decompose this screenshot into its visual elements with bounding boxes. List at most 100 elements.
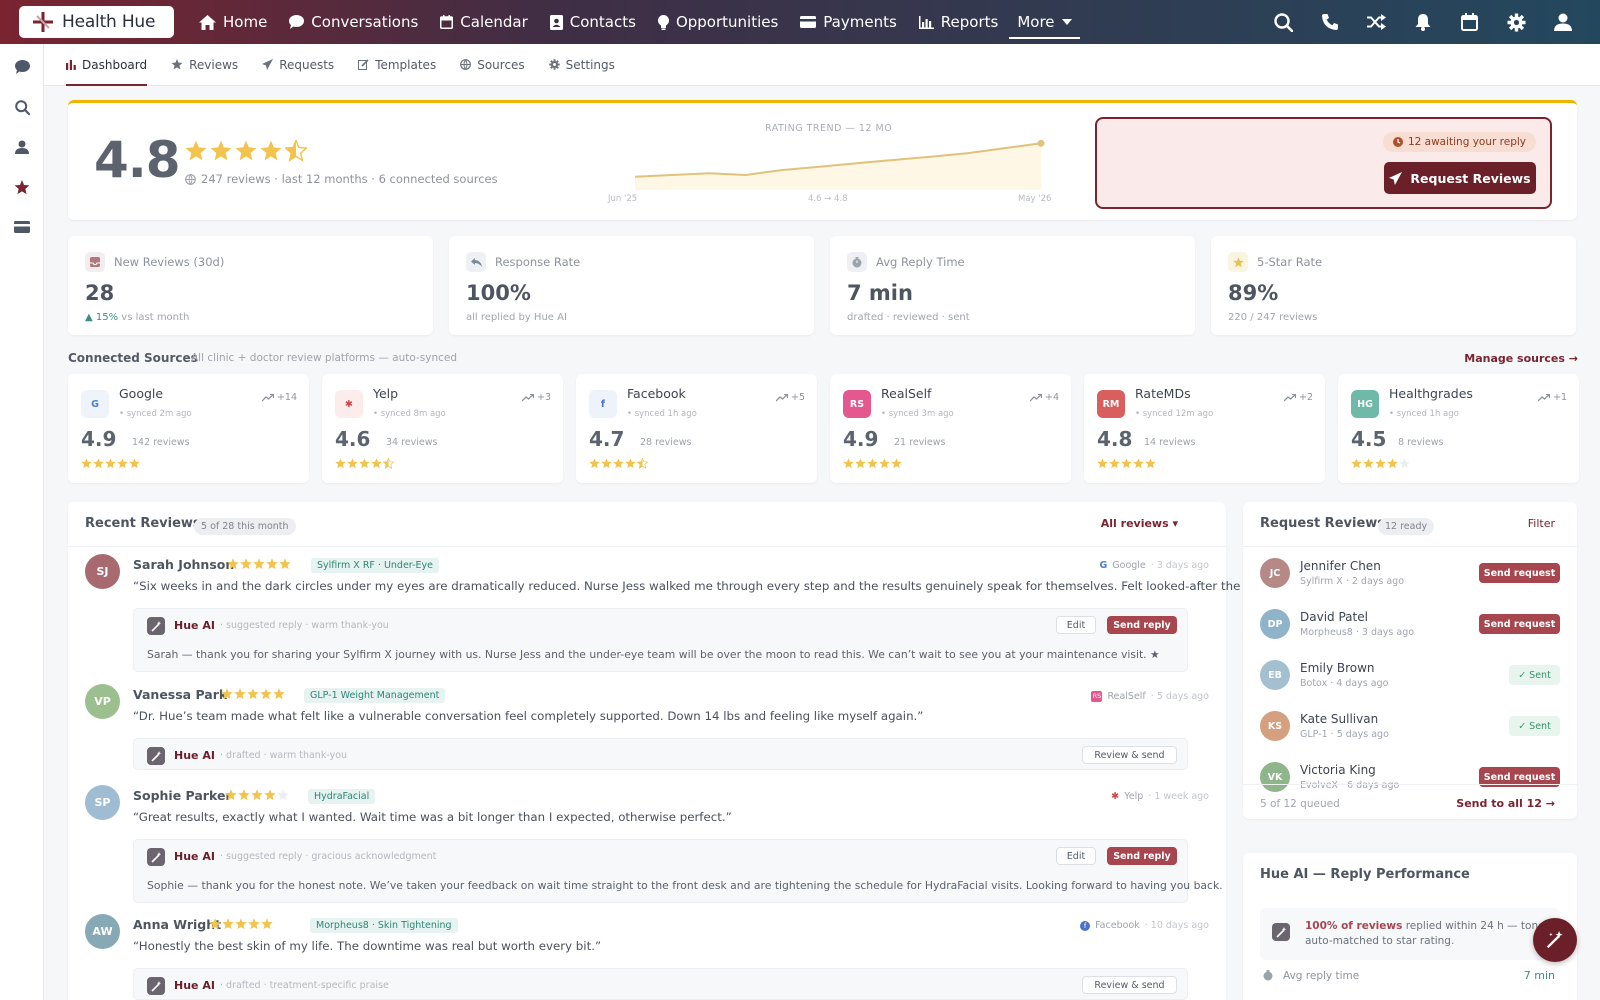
tab-requests[interactable]: Requests <box>262 44 334 86</box>
star-icon <box>1387 458 1398 469</box>
nav-payments-label: Payments <box>823 13 897 31</box>
tab-dashboard[interactable]: Dashboard <box>66 44 148 86</box>
profile-button[interactable] <box>1540 0 1587 44</box>
tab-dashboard-label: Dashboard <box>82 57 148 72</box>
reviewer-name: Sarah Johnson <box>133 557 235 572</box>
source-rating: 4.9 <box>81 427 117 451</box>
nav-conversations[interactable]: Conversations <box>278 0 429 44</box>
tab-reviews[interactable]: Reviews <box>171 44 238 86</box>
send-request-button[interactable]: Send request <box>1479 563 1560 583</box>
review-source: G Google · 3 days ago <box>1099 560 1209 571</box>
star-icon <box>1133 458 1144 469</box>
review-text: “Great results, exactly what I wanted. W… <box>133 810 732 824</box>
send-reply-button[interactable]: Send reply <box>1107 847 1177 865</box>
source-rating: 4.8 <box>1097 427 1133 451</box>
trend-start-label: Jun '25 <box>608 194 638 204</box>
review-text: “Honestly the best skin of my life. The … <box>133 939 602 953</box>
card-icon <box>800 16 817 28</box>
filter-link[interactable]: Filter <box>1528 517 1555 530</box>
settings-button[interactable] <box>1493 0 1540 44</box>
request-reviews-label: Request Reviews <box>1410 170 1531 186</box>
source-count: 14 reviews <box>1144 437 1196 448</box>
source-card-realself[interactable]: RS RealSelf • synced 3m ago +4 4.9 21 reviews <box>830 374 1071 483</box>
star-icon <box>14 179 30 194</box>
bulb-icon <box>657 14 669 30</box>
send-request-button[interactable]: Send request <box>1479 614 1560 634</box>
kpi-sub-text: vs last month <box>121 312 190 323</box>
nav-payments[interactable]: Payments <box>789 0 907 44</box>
manage-sources-link[interactable]: Manage sources → <box>1464 352 1578 365</box>
avatar: SJ <box>85 554 120 589</box>
sidebar-chat[interactable] <box>11 56 33 78</box>
tab-settings[interactable]: Settings <box>548 44 615 86</box>
kpi-new-reviews: New Reviews (30d) 28 ▲ 15% vs last month <box>68 236 433 335</box>
contact-name: Kate Sullivan <box>1300 712 1379 726</box>
source-card-google[interactable]: G Google • synced 2m ago +14 4.9 142 reviews <box>68 374 309 483</box>
source-card-ratemds[interactable]: RM RateMDs • synced 12m ago +2 4.8 14 reviews <box>1084 374 1325 483</box>
review-and-send-button[interactable]: Review & send <box>1082 976 1177 994</box>
hue-ai-fab[interactable] <box>1533 918 1577 962</box>
all-reviews-dropdown[interactable]: All reviews ▾ <box>1101 517 1178 530</box>
avatar: EB <box>1260 660 1290 690</box>
nav-contacts[interactable]: Contacts <box>539 0 647 44</box>
source-card-healthgrades[interactable]: HG Healthgrades • synced 1h ago +1 4.5 8 revi… <box>1338 374 1579 483</box>
nav-reports[interactable]: Reports <box>908 0 1010 44</box>
avatar: VK <box>1260 762 1290 792</box>
source-card-facebook[interactable]: f Facebook • synced 1h ago +5 4.7 28 reviews <box>576 374 817 483</box>
reputation-subnav: Dashboard Reviews Requests Templates Sou… <box>44 44 1600 86</box>
calendar-button[interactable] <box>1447 0 1494 44</box>
nav-calendar[interactable]: Calendar <box>429 0 538 44</box>
kpi-label: New Reviews (30d) <box>114 255 225 269</box>
send-icon <box>262 59 274 70</box>
review-and-send-button[interactable]: Review & send <box>1082 746 1177 764</box>
recent-count-badge: 5 of 28 this month <box>194 518 296 535</box>
phone-button[interactable] <box>1307 0 1354 44</box>
stopwatch-icon <box>847 252 867 272</box>
search-icon <box>1274 12 1294 32</box>
source-card-yelp[interactable]: ✱ Yelp • synced 8m ago +3 4.6 34 reviews <box>322 374 563 483</box>
top-actions <box>1261 0 1587 44</box>
shuffle-button[interactable] <box>1354 0 1401 44</box>
nav-more[interactable]: More <box>1009 7 1080 39</box>
source-logo-icon: RS <box>843 390 871 418</box>
source-logo-icon: ✱ <box>1111 791 1120 802</box>
send-to-all-link[interactable]: Send to all 12 → <box>1456 797 1555 810</box>
left-sidebar <box>0 44 44 1000</box>
sidebar-reviews[interactable] <box>11 176 33 198</box>
nav-home[interactable]: Home <box>188 0 278 44</box>
sidebar-search[interactable] <box>11 96 33 118</box>
treatment-tag: GLP-1 Weight Management <box>304 688 446 703</box>
ai-reply-text: Sarah — thank you for sharing your Sylfi… <box>147 648 1160 661</box>
edit-icon <box>358 59 369 70</box>
ai-name: Hue AI <box>174 850 215 863</box>
star-icon <box>891 458 902 469</box>
tab-sources[interactable]: Sources <box>460 44 525 86</box>
sidebar-user[interactable] <box>11 136 33 158</box>
inbox-icon <box>85 252 105 272</box>
search-button[interactable] <box>1261 0 1308 44</box>
source-stars <box>81 458 140 469</box>
star-icon <box>185 140 207 161</box>
send-reply-button[interactable]: Send reply <box>1107 616 1177 634</box>
sidebar-payments[interactable] <box>11 216 33 238</box>
calendar-icon <box>1461 13 1479 31</box>
kpi-avg-reply-time: Avg Reply Time 7 min drafted · reviewed … <box>830 236 1195 335</box>
app-logo[interactable]: Health Hue <box>19 6 174 38</box>
star-icon <box>222 918 234 930</box>
star-icon <box>221 688 233 700</box>
source-logo-icon: RM <box>1097 390 1125 418</box>
tab-templates[interactable]: Templates <box>358 44 436 86</box>
trend-title: RATING TREND — 12 MO <box>765 123 893 134</box>
star-icon <box>129 458 140 469</box>
treatment-tag: Sylfirm X RF · Under-Eye <box>311 558 439 573</box>
notifications-button[interactable] <box>1400 0 1447 44</box>
star-icon <box>1121 458 1132 469</box>
edit-button[interactable]: Edit <box>1056 616 1096 634</box>
ai-name: Hue AI <box>174 749 215 762</box>
request-reviews-button[interactable]: Request Reviews <box>1384 162 1536 194</box>
card-icon <box>14 221 30 233</box>
edit-button[interactable]: Edit <box>1056 847 1096 865</box>
nav-opportunities[interactable]: Opportunities <box>647 0 789 44</box>
divider <box>68 546 1226 547</box>
ai-name: Hue AI <box>174 979 215 992</box>
